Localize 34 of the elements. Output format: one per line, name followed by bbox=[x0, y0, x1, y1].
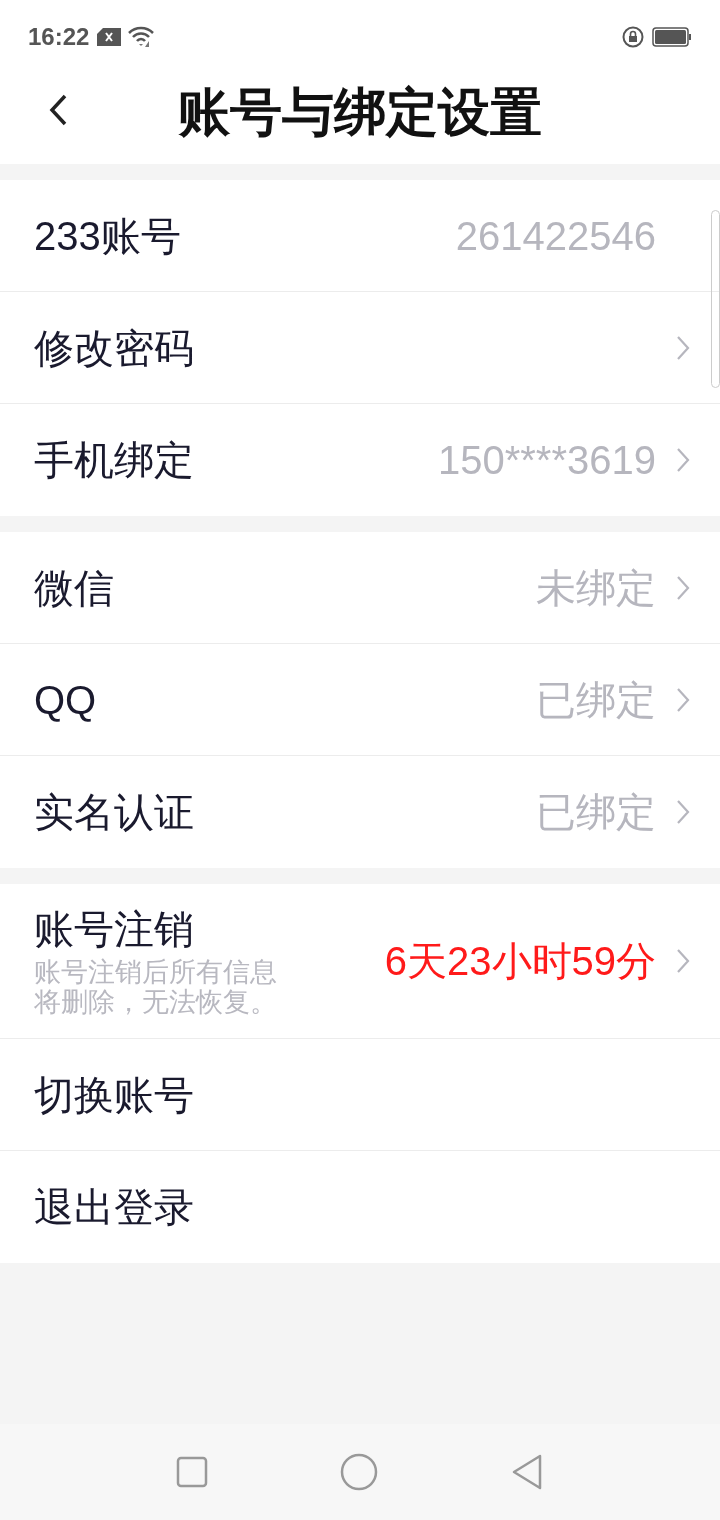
row-description: 账号注销后所有信息将删除，无法恢复。 bbox=[34, 957, 278, 1017]
settings-row[interactable]: 手机绑定 150****3619 bbox=[0, 404, 720, 516]
row-label: 退出登录 bbox=[34, 1184, 195, 1231]
row-label: 微信 bbox=[34, 564, 115, 612]
page-title: 账号与绑定设置 bbox=[178, 82, 542, 143]
settings-row[interactable]: QQ 已绑定 bbox=[0, 644, 720, 756]
settings-row[interactable]: 退出登录 bbox=[0, 1151, 720, 1263]
row-label: 修改密码 bbox=[34, 324, 195, 372]
settings-row[interactable]: 实名认证 已绑定 bbox=[0, 756, 720, 868]
row-value: 6天23小时59分 bbox=[384, 938, 656, 985]
row-label: 实名认证 bbox=[34, 789, 195, 836]
settings-row[interactable]: 233账号 261422546 bbox=[0, 180, 720, 292]
recent-apps-icon[interactable] bbox=[176, 1456, 208, 1488]
home-icon[interactable] bbox=[340, 1453, 378, 1491]
settings-row[interactable]: 微信 未绑定 bbox=[0, 532, 720, 644]
row-label: 切换账号 bbox=[34, 1071, 195, 1119]
row-label: 233账号 bbox=[34, 212, 182, 260]
wifi-icon bbox=[127, 26, 156, 48]
row-value: 261422546 bbox=[455, 212, 656, 260]
settings-row[interactable]: 修改密码 bbox=[0, 292, 720, 404]
row-value: 已绑定 bbox=[536, 789, 656, 836]
row-value: 已绑定 bbox=[536, 676, 656, 724]
row-value: 未绑定 bbox=[536, 564, 656, 612]
settings-row[interactable]: 账号注销 账号注销后所有信息将删除，无法恢复。 6天23小时59分 bbox=[0, 884, 720, 1039]
sim-error-icon bbox=[97, 28, 122, 46]
battery-icon bbox=[652, 27, 692, 47]
row-value: 150****3619 bbox=[438, 437, 656, 484]
rotation-lock-icon bbox=[622, 26, 644, 48]
back-nav-icon[interactable] bbox=[510, 1453, 544, 1491]
row-label: 手机绑定 bbox=[34, 437, 195, 484]
status-time: 16:22 bbox=[28, 22, 90, 52]
settings-row[interactable]: 切换账号 bbox=[0, 1039, 720, 1151]
row-label: QQ bbox=[34, 676, 98, 724]
row-label: 账号注销 bbox=[34, 906, 195, 953]
